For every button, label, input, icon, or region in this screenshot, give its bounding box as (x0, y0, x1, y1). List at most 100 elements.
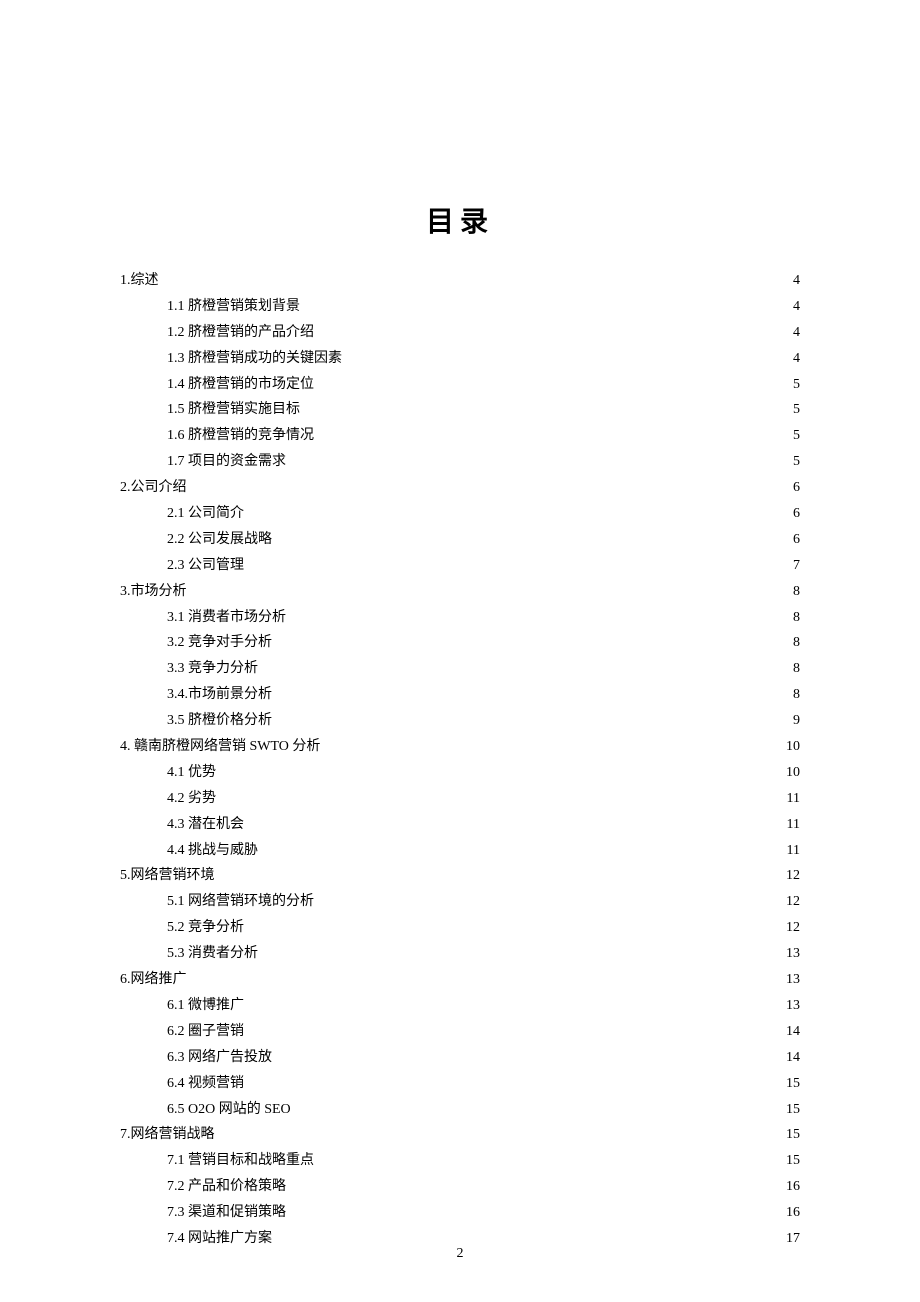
toc-entry-label: 5.3 消费者分析 (167, 941, 258, 967)
toc-entry-page: 4 (782, 294, 800, 320)
toc-entry[interactable]: 2.公司介绍 6 (120, 475, 800, 501)
toc-entry[interactable]: 5.1 网络营销环境的分析 12 (120, 889, 800, 915)
toc-entry-page: 4 (782, 346, 800, 372)
toc-entry[interactable]: 5.3 消费者分析 13 (120, 941, 800, 967)
toc-entry[interactable]: 3.5 脐橙价格分析 9 (120, 708, 800, 734)
table-of-contents: 1.综述41.1 脐橙营销策划背景41.2 脐橙营销的产品介绍41.3 脐橙营销… (120, 268, 800, 1252)
toc-entry-label: 2.1 公司简介 (167, 501, 244, 527)
toc-entry[interactable]: 7.3 渠道和促销策略 16 (120, 1200, 800, 1226)
toc-entry-label: 3.2 竞争对手分析 (167, 630, 272, 656)
toc-entry[interactable]: 5.2 竞争分析 12 (120, 915, 800, 941)
toc-entry-label: 2.公司介绍 (120, 475, 187, 501)
toc-entry[interactable]: 1.1 脐橙营销策划背景 4 (120, 294, 800, 320)
toc-entry-page: 8 (782, 682, 800, 708)
toc-entry-label: 6.5 O2O 网站的 SEO (167, 1097, 291, 1123)
toc-entry[interactable]: 6.3 网络广告投放 14 (120, 1045, 800, 1071)
toc-entry-page: 11 (782, 812, 800, 838)
toc-entry-label: 3.市场分析 (120, 579, 187, 605)
toc-entry-label: 7.网络营销战略 (120, 1122, 215, 1148)
toc-entry-label: 1.7 项目的资金需求 (167, 449, 286, 475)
toc-entry-page: 8 (782, 656, 800, 682)
toc-entry-label: 5.网络营销环境 (120, 863, 215, 889)
toc-entry-label: 6.3 网络广告投放 (167, 1045, 272, 1071)
toc-entry-page: 4 (782, 268, 800, 294)
toc-entry[interactable]: 4.4 挑战与威胁 11 (120, 838, 800, 864)
toc-entry[interactable]: 3.2 竞争对手分析 8 (120, 630, 800, 656)
toc-entry[interactable]: 1.2 脐橙营销的产品介绍4 (120, 320, 800, 346)
toc-entry[interactable]: 3.市场分析8 (120, 579, 800, 605)
toc-entry-page: 9 (782, 708, 800, 734)
toc-entry-page: 12 (782, 915, 800, 941)
toc-entry-label: 4.4 挑战与威胁 (167, 838, 258, 864)
toc-entry[interactable]: 4.2 劣势 11 (120, 786, 800, 812)
toc-entry[interactable]: 1.6 脐橙营销的竞争情况 5 (120, 423, 800, 449)
toc-entry[interactable]: 4. 赣南脐橙网络营销 SWTO 分析 10 (120, 734, 800, 760)
toc-entry-label: 1.综述 (120, 268, 159, 294)
toc-entry-label: 1.6 脐橙营销的竞争情况 (167, 423, 314, 449)
toc-entry-label: 4. 赣南脐橙网络营销 SWTO 分析 (120, 734, 320, 760)
toc-entry-page: 15 (782, 1071, 800, 1097)
toc-entry[interactable]: 2.2 公司发展战略 6 (120, 527, 800, 553)
page-title: 目录 (120, 200, 800, 240)
toc-entry-label: 1.5 脐橙营销实施目标 (167, 397, 300, 423)
toc-entry-page: 13 (782, 941, 800, 967)
toc-entry-page: 15 (782, 1097, 800, 1123)
toc-entry[interactable]: 1.5 脐橙营销实施目标5 (120, 397, 800, 423)
toc-entry[interactable]: 1.7 项目的资金需求 5 (120, 449, 800, 475)
toc-entry-page: 16 (782, 1174, 800, 1200)
toc-entry-label: 1.2 脐橙营销的产品介绍 (167, 320, 314, 346)
toc-entry[interactable]: 3.3 竞争力分析 8 (120, 656, 800, 682)
toc-entry[interactable]: 7.2 产品和价格策略 16 (120, 1174, 800, 1200)
toc-entry[interactable]: 3.4.市场前景分析 8 (120, 682, 800, 708)
toc-entry[interactable]: 1.4 脐橙营销的市场定位5 (120, 372, 800, 398)
toc-entry-label: 5.1 网络营销环境的分析 (167, 889, 314, 915)
toc-entry-label: 1.1 脐橙营销策划背景 (167, 294, 300, 320)
toc-entry-page: 5 (782, 372, 800, 398)
toc-entry[interactable]: 6.5 O2O 网站的 SEO 15 (120, 1097, 800, 1123)
toc-entry-page: 13 (782, 967, 800, 993)
toc-entry-label: 4.1 优势 (167, 760, 216, 786)
toc-entry-label: 7.1 营销目标和战略重点 (167, 1148, 314, 1174)
toc-entry-page: 11 (782, 786, 800, 812)
toc-entry-page: 5 (782, 423, 800, 449)
toc-entry-page: 6 (782, 475, 800, 501)
toc-entry-label: 7.3 渠道和促销策略 (167, 1200, 286, 1226)
toc-entry-page: 7 (782, 553, 800, 579)
toc-entry-label: 3.4.市场前景分析 (167, 682, 272, 708)
toc-entry-label: 2.3 公司管理 (167, 553, 244, 579)
document-page: 目录 1.综述41.1 脐橙营销策划背景41.2 脐橙营销的产品介绍41.3 脐… (0, 0, 920, 1302)
toc-entry[interactable]: 6.4 视频营销 15 (120, 1071, 800, 1097)
toc-entry-page: 10 (782, 760, 800, 786)
toc-entry[interactable]: 5.网络营销环境12 (120, 863, 800, 889)
toc-entry[interactable]: 7.网络营销战略15 (120, 1122, 800, 1148)
toc-entry-label: 6.4 视频营销 (167, 1071, 244, 1097)
page-number: 2 (0, 1246, 920, 1262)
toc-entry-label: 1.3 脐橙营销成功的关键因素 (167, 346, 342, 372)
toc-entry-label: 6.1 微博推广 (167, 993, 244, 1019)
toc-entry-label: 2.2 公司发展战略 (167, 527, 272, 553)
toc-entry-page: 12 (782, 889, 800, 915)
toc-entry[interactable]: 2.1 公司简介 6 (120, 501, 800, 527)
toc-entry[interactable]: 6.2 圈子营销 14 (120, 1019, 800, 1045)
toc-entry[interactable]: 1.综述 4 (120, 268, 800, 294)
toc-entry-page: 10 (782, 734, 800, 760)
toc-entry-label: 6.网络推广 (120, 967, 187, 993)
toc-entry-label: 6.2 圈子营销 (167, 1019, 244, 1045)
toc-entry[interactable]: 4.3 潜在机会 11 (120, 812, 800, 838)
toc-entry[interactable]: 7.1 营销目标和战略重点 15 (120, 1148, 800, 1174)
toc-entry-page: 8 (782, 605, 800, 631)
toc-entry-page: 6 (782, 527, 800, 553)
toc-entry-label: 3.1 消费者市场分析 (167, 605, 286, 631)
toc-entry-label: 3.5 脐橙价格分析 (167, 708, 272, 734)
toc-entry[interactable]: 6.网络推广 13 (120, 967, 800, 993)
toc-entry-page: 5 (782, 449, 800, 475)
toc-entry[interactable]: 3.1 消费者市场分析 8 (120, 605, 800, 631)
toc-entry-label: 4.2 劣势 (167, 786, 216, 812)
toc-entry[interactable]: 2.3 公司管理 7 (120, 553, 800, 579)
toc-entry[interactable]: 4.1 优势 10 (120, 760, 800, 786)
toc-entry[interactable]: 6.1 微博推广 13 (120, 993, 800, 1019)
toc-entry-label: 3.3 竞争力分析 (167, 656, 258, 682)
toc-entry-page: 6 (782, 501, 800, 527)
toc-entry-page: 11 (782, 838, 800, 864)
toc-entry[interactable]: 1.3 脐橙营销成功的关键因素 4 (120, 346, 800, 372)
